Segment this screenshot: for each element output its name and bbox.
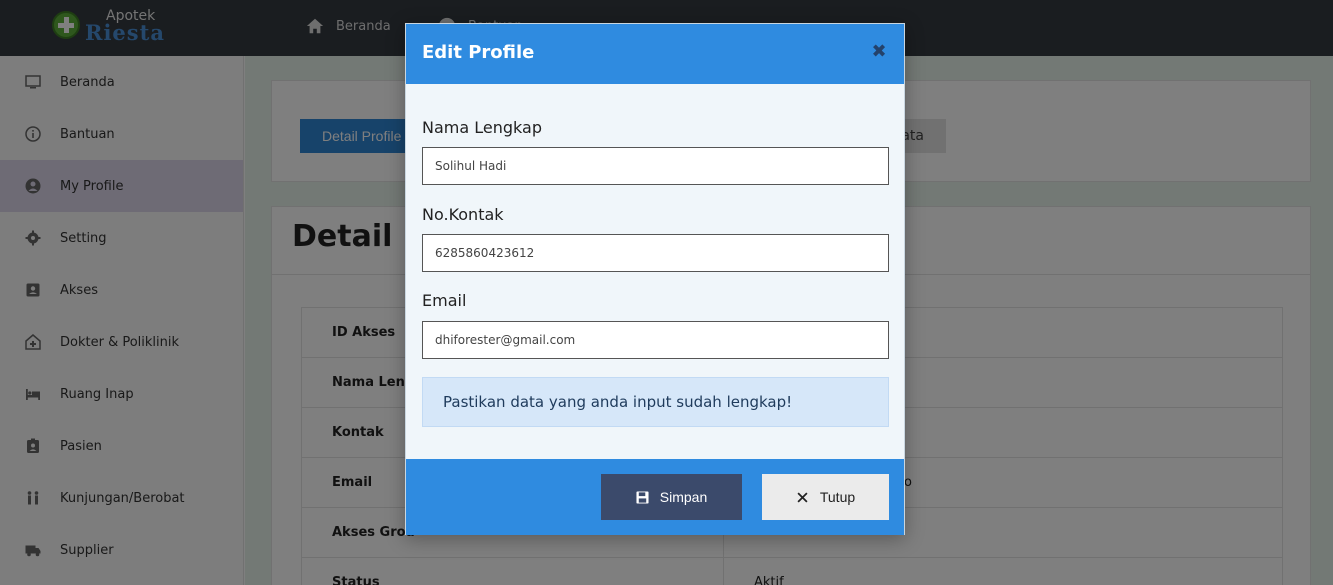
edit-profile-modal: Edit Profile ✖ Nama Lengkap No.Kontak Em… xyxy=(405,23,905,535)
floppy-disk-icon xyxy=(636,490,650,504)
nama-lengkap-field[interactable] xyxy=(422,147,889,185)
nama-lengkap-label: Nama Lengkap xyxy=(422,118,542,137)
x-icon xyxy=(796,490,810,504)
close-button[interactable]: Tutup xyxy=(762,474,889,520)
modal-footer: Simpan Tutup xyxy=(406,459,904,535)
info-alert: Pastikan data yang anda input sudah leng… xyxy=(422,377,889,427)
close-button-label: Tutup xyxy=(819,489,856,505)
email-field[interactable] xyxy=(422,321,889,359)
no-kontak-field[interactable] xyxy=(422,234,889,272)
close-icon[interactable]: ✖ xyxy=(870,41,888,62)
save-button[interactable]: Simpan xyxy=(601,474,742,520)
modal-header: Edit Profile ✖ xyxy=(406,24,904,84)
no-kontak-label: No.Kontak xyxy=(422,205,504,224)
modal-title: Edit Profile xyxy=(422,42,535,63)
email-label: Email xyxy=(422,291,467,310)
save-button-label: Simpan xyxy=(659,489,708,505)
